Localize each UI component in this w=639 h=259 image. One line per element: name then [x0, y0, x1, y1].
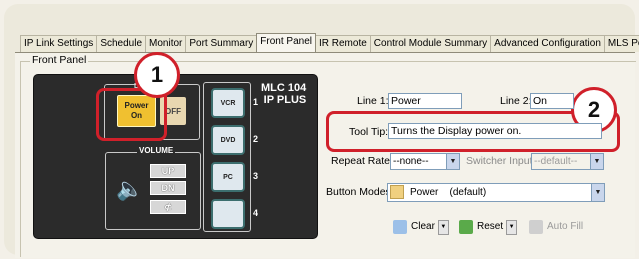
autofill-icon: [529, 220, 543, 234]
volume-down-label: DN: [161, 183, 175, 193]
reset-label: Reset: [477, 221, 504, 232]
tooltip-label: Tool Tip:: [349, 126, 389, 138]
volume-up-label: UP: [161, 166, 175, 176]
repeat-rate-label: Repeat Rate:: [331, 155, 393, 167]
chevron-down-icon[interactable]: ▼: [437, 219, 449, 235]
chevron-down-icon[interactable]: ▼: [506, 219, 518, 235]
line1-field[interactable]: Power: [388, 93, 462, 109]
line2-field[interactable]: On: [530, 93, 574, 109]
source-button-dvd[interactable]: DVD: [211, 125, 245, 155]
tab-strip: IP Link Settings Schedule Monitor Port S…: [20, 33, 639, 53]
source-button-pc[interactable]: PC: [211, 162, 245, 192]
switcher-input-label: Switcher Input:: [466, 155, 536, 167]
source-number-1: 1: [253, 97, 259, 107]
button-modes-suffix: (default): [449, 187, 487, 198]
repeat-rate-value: --none--: [393, 156, 429, 167]
volume-label: VOLUME: [137, 146, 176, 155]
tab-monitor[interactable]: Monitor: [145, 35, 187, 52]
source-number-2: 2: [253, 134, 259, 144]
volume-down-button[interactable]: DN: [150, 181, 186, 195]
source-button-4[interactable]: [211, 199, 245, 229]
chevron-down-icon: ▼: [590, 154, 603, 169]
tab-front-panel[interactable]: Front Panel: [256, 33, 316, 52]
reset-button[interactable]: Reset ▼: [459, 219, 518, 235]
mute-icon: ⊄: [164, 201, 172, 212]
tooltip-field[interactable]: Turns the Display power on.: [388, 123, 602, 139]
speaker-icon: 🔈: [116, 176, 144, 201]
callout-number-1: 1: [134, 52, 180, 98]
button-modes-label: Button Modes:: [326, 186, 394, 198]
tab-mls-port[interactable]: MLS Port: [603, 35, 639, 52]
source-number-4: 4: [253, 208, 259, 218]
color-swatch: [390, 185, 404, 200]
model-line2: IP PLUS: [263, 94, 307, 106]
clear-label: Clear: [411, 221, 435, 232]
button-modes-value: Power: [410, 187, 439, 198]
tab-ip-link-settings[interactable]: IP Link Settings: [20, 35, 98, 52]
repeat-rate-select[interactable]: --none-- ▼: [390, 153, 460, 170]
tab-ir-remote[interactable]: IR Remote: [314, 35, 371, 52]
tab-advanced-configuration[interactable]: Advanced Configuration: [490, 35, 605, 52]
tab-control-module-summary[interactable]: Control Module Summary: [369, 35, 492, 52]
clear-button[interactable]: Clear ▼: [393, 219, 449, 235]
tab-port-summary[interactable]: Port Summary: [185, 35, 258, 52]
switcher-input-value: --default--: [534, 156, 578, 167]
switcher-input-select[interactable]: --default-- ▼: [531, 153, 604, 170]
source-button-vcr[interactable]: VCR: [211, 88, 245, 118]
model-line1: MLC 104: [261, 82, 307, 94]
mute-button[interactable]: ⊄: [150, 200, 186, 214]
chevron-down-icon: ▼: [446, 154, 459, 169]
reset-icon: [459, 220, 473, 234]
tab-schedule[interactable]: Schedule: [96, 35, 147, 52]
button-modes-select[interactable]: Power (default) ▼: [387, 183, 605, 202]
source-number-3: 3: [253, 171, 259, 181]
line2-label: Line 2:: [500, 95, 532, 107]
auto-fill-button[interactable]: Auto Fill: [529, 219, 583, 235]
volume-up-button[interactable]: UP: [150, 164, 186, 178]
group-label: Front Panel: [30, 54, 89, 66]
chevron-down-icon: ▼: [591, 184, 604, 201]
auto-fill-label: Auto Fill: [547, 221, 584, 232]
device-model: MLC 104 IP PLUS: [261, 82, 306, 106]
line1-label: Line 1:: [357, 95, 389, 107]
eraser-icon: [393, 220, 407, 234]
